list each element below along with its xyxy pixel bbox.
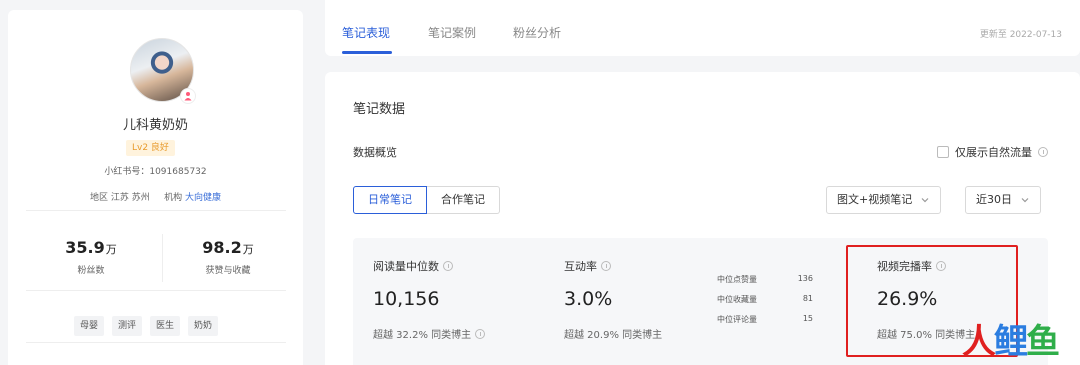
natural-traffic-toggle[interactable]: 仅展示自然流量 [937, 144, 1048, 160]
metric-compare: 超越 32.2% 同类博主 [373, 330, 472, 341]
profile-card: 儿科黄奶奶 Lv2 良好 小红书号：1091685732 地区 江苏 苏州 机构… [8, 10, 303, 365]
region-label: 地区 [90, 193, 109, 203]
likes-unit: 万 [242, 243, 254, 256]
tab-bar: 笔记表现 笔记案例 粉丝分析 更新至 2022-07-13 [325, 0, 1080, 56]
info-icon[interactable] [443, 261, 453, 271]
likes-value: 98.2 [202, 238, 242, 257]
org-label: 机构 [164, 193, 183, 203]
region-row: 地区 江苏 苏州 机构 大向健康 [8, 190, 303, 203]
fans-value: 35.9 [65, 238, 105, 257]
tag-item[interactable]: 医生 [150, 316, 181, 336]
section-title: 笔记数据 [353, 102, 406, 117]
metric-title: 互动率 [564, 260, 597, 273]
note-type-segment: 日常笔记 合作笔记 [353, 186, 500, 214]
tag-item[interactable]: 测评 [112, 316, 143, 336]
account-id: 小红书号：1091685732 [104, 167, 207, 177]
date-range-value: 近30日 [976, 193, 1012, 206]
metric-compare: 超越 20.9% 同类博主 [564, 330, 663, 341]
mini-stat-row: 中位点赞量 136 [717, 274, 813, 284]
chevron-down-icon [1021, 198, 1029, 203]
segment-daily-notes[interactable]: 日常笔记 [353, 186, 427, 214]
subsection-title: 数据概览 [353, 146, 397, 159]
info-icon[interactable] [1038, 147, 1048, 157]
info-icon[interactable] [475, 328, 486, 339]
tab-fan-analysis[interactable]: 粉丝分析 [513, 24, 561, 41]
segment-cooperation-notes[interactable]: 合作笔记 [427, 186, 500, 214]
interaction-breakdown: 中位点赞量 136 中位收藏量 81 中位评论量 15 [717, 274, 813, 334]
metric-interaction-rate: 互动率 3.0% 超越 20.9% 同类博主 [564, 258, 662, 341]
avatar-wrap[interactable] [130, 38, 196, 104]
stat-fans: 35.9万 粉丝数 [26, 238, 156, 276]
info-icon[interactable] [601, 261, 611, 271]
female-icon [180, 88, 196, 104]
metric-title: 阅读量中位数 [373, 260, 439, 273]
metric-read-median: 阅读量中位数 10,156 超越 32.2% 同类博主 [373, 258, 486, 341]
natural-traffic-checkbox[interactable] [937, 146, 949, 158]
tag-item[interactable]: 奶奶 [188, 316, 219, 336]
tag-list: 母婴 测评 医生 奶奶 [74, 316, 219, 336]
update-date: 更新至 2022-07-13 [979, 30, 1062, 40]
region-value: 江苏 苏州 [110, 193, 150, 203]
divider [26, 342, 286, 343]
divider [26, 290, 286, 291]
tag-item[interactable]: 母婴 [74, 316, 105, 336]
watermark-logo: 人鲤鱼 [962, 322, 1060, 362]
stat-likes: 98.2万 获赞与收藏 [163, 238, 293, 276]
date-range-select[interactable]: 近30日 [965, 186, 1041, 214]
org-link[interactable]: 大向健康 [185, 193, 221, 203]
profile-name: 儿科黄奶奶 [122, 118, 188, 133]
fans-unit: 万 [105, 243, 117, 256]
active-tab-indicator [342, 51, 392, 54]
note-format-select[interactable]: 图文+视频笔记 [826, 186, 942, 214]
likes-label: 获赞与收藏 [205, 266, 251, 276]
chevron-down-icon [921, 198, 929, 203]
metric-value: 10,156 [373, 288, 440, 310]
tab-note-cases[interactable]: 笔记案例 [428, 24, 476, 41]
mini-stat-row: 中位收藏量 81 [717, 294, 813, 304]
metric-value: 3.0% [564, 288, 613, 310]
level-badge: Lv2 良好 [126, 140, 175, 156]
divider [26, 210, 286, 211]
natural-traffic-label: 仅展示自然流量 [955, 146, 1032, 159]
note-format-value: 图文+视频笔记 [837, 193, 913, 206]
fans-label: 粉丝数 [77, 266, 105, 276]
tab-note-performance[interactable]: 笔记表现 [342, 24, 390, 41]
mini-stat-row: 中位评论量 15 [717, 314, 813, 324]
